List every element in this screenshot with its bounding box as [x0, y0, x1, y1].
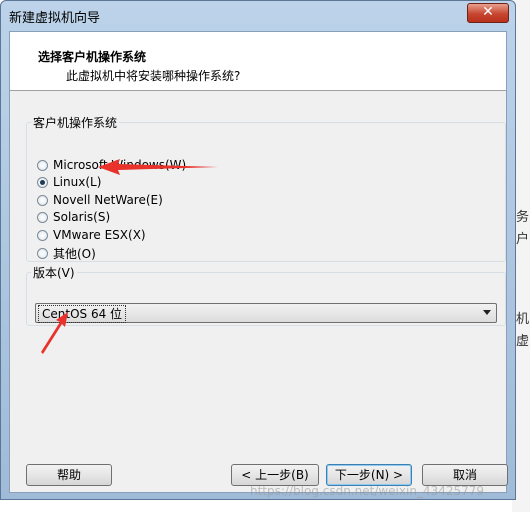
- radio-option-linux[interactable]: Linux(L): [37, 174, 101, 190]
- window-title: 新建虚拟机向导: [9, 11, 101, 26]
- close-icon: ✕: [482, 4, 494, 20]
- radio-option-other[interactable]: 其他(O): [37, 245, 96, 261]
- version-select[interactable]: CentOS 64 位: [35, 303, 497, 323]
- radio-label: Solaris(S): [53, 210, 111, 224]
- cancel-button[interactable]: 取消: [422, 464, 508, 486]
- radio-option-netware[interactable]: Novell NetWare(E): [37, 192, 163, 208]
- radio-button[interactable]: [37, 211, 48, 223]
- version-group: 版本(V) CentOS 64 位: [26, 264, 506, 326]
- radio-button-selected[interactable]: [37, 176, 48, 188]
- radio-label: VMware ESX(X): [53, 228, 146, 242]
- radio-button[interactable]: [37, 159, 48, 171]
- radio-option-solaris[interactable]: Solaris(S): [37, 209, 110, 225]
- background-glyph: 户: [516, 232, 530, 247]
- new-vm-wizard-window: 新建虚拟机向导 ✕ 选择客户机操作系统 此虚拟机中将安装哪种操作系统? 客户机操…: [0, 0, 516, 500]
- guest-os-group: 客户机操作系统 Microsoft Windows(W) Linux(L) No…: [26, 114, 506, 262]
- radio-button[interactable]: [37, 247, 48, 259]
- back-button[interactable]: < 上一步(B): [231, 464, 319, 486]
- title-bar[interactable]: 新建虚拟机向导 ✕: [1, 1, 515, 31]
- radio-button[interactable]: [37, 229, 48, 241]
- next-button[interactable]: 下一步(N) >: [326, 464, 412, 486]
- radio-label: Microsoft Windows(W): [53, 158, 187, 172]
- radio-button[interactable]: [37, 194, 48, 206]
- radio-label: 其他(O): [53, 246, 96, 261]
- page-subtitle: 此虚拟机中将安装哪种操作系统?: [66, 69, 241, 83]
- background-glyph: 机: [516, 312, 530, 327]
- close-button[interactable]: ✕: [467, 3, 509, 23]
- chevron-down-icon[interactable]: [483, 310, 491, 315]
- help-button[interactable]: 帮助: [26, 464, 112, 486]
- watermark: https://blog.csdn.net/weixin_43425779: [250, 484, 485, 498]
- background-glyph: 虚: [516, 334, 530, 349]
- radio-option-windows[interactable]: Microsoft Windows(W): [37, 157, 186, 173]
- background-glyph: 务: [516, 210, 530, 225]
- page-title: 选择客户机操作系统: [38, 50, 147, 64]
- radio-option-esx[interactable]: VMware ESX(X): [37, 227, 146, 243]
- wizard-content: 选择客户机操作系统 此虚拟机中将安装哪种操作系统? 客户机操作系统 Micros…: [9, 31, 508, 493]
- version-selected-value: CentOS 64 位: [38, 305, 127, 323]
- version-group-label: 版本(V): [33, 266, 75, 280]
- radio-label: Novell NetWare(E): [53, 193, 163, 207]
- guest-os-group-label: 客户机操作系统: [33, 116, 118, 130]
- wizard-header: 选择客户机操作系统 此虚拟机中将安装哪种操作系统?: [10, 32, 506, 91]
- radio-label: Linux(L): [53, 175, 102, 189]
